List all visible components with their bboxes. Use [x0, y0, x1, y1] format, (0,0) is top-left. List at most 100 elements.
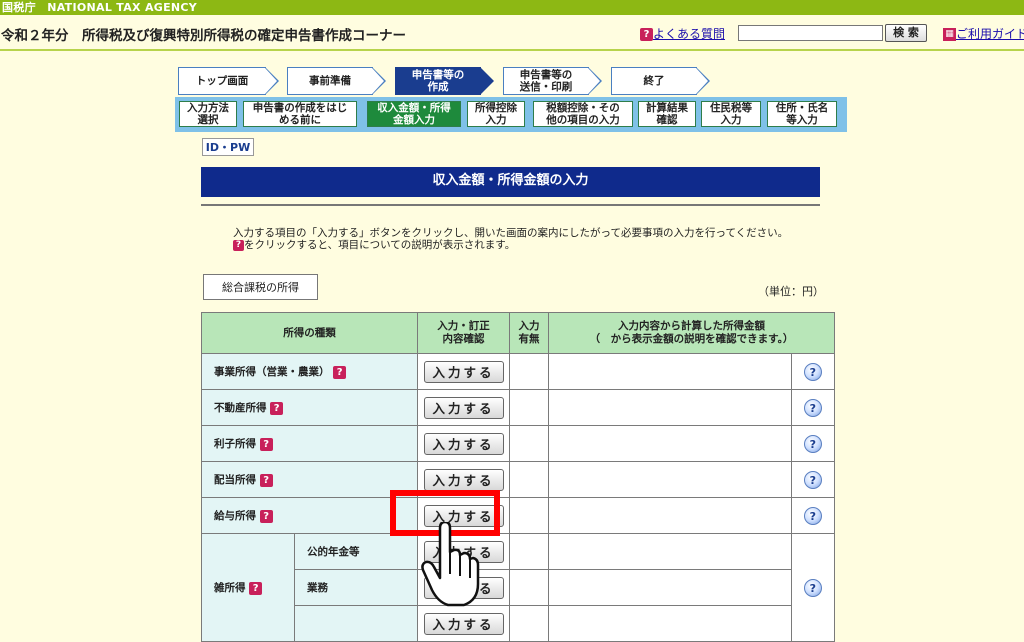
progress-steps: トップ画面 事前準備 申告書等の 作成 申告書等の 送信・印刷 終了 入力方法 … — [175, 64, 847, 132]
row-label: 不動産所得 ? — [201, 389, 418, 426]
question-icon[interactable]: ? — [803, 506, 822, 525]
header-label: 入力内容から計算した所得金額 — [618, 320, 765, 332]
step-prepare[interactable]: 事前準備 — [287, 67, 386, 95]
help-icon: ? — [233, 239, 244, 251]
substep-result: 計算結果 確認 — [638, 101, 696, 127]
table-row: 雑所得 ? 公的年金等 入力する ? — [201, 533, 836, 642]
header-label: 入力 有無 — [518, 320, 540, 345]
substep-income: 収入金額・所得 金額入力 — [367, 101, 461, 127]
step-create: 申告書等の 作成 — [395, 67, 494, 95]
table-row: 配当所得 ? 入力する ? — [201, 461, 836, 498]
step-label: トップ画面 — [195, 75, 249, 87]
col-action: 入力・訂正 内容確認 — [417, 312, 510, 354]
amount-cell — [548, 569, 792, 606]
guide-label: ご利用ガイド — [956, 27, 1024, 41]
substep-label: 税額控除・その 他の項目の入力 — [546, 102, 620, 126]
page-heading: 収入金額・所得金額の入力 — [201, 167, 820, 197]
header-label: 入力・訂正 内容確認 — [437, 320, 490, 345]
enter-button[interactable]: 入力する — [423, 360, 504, 383]
question-icon[interactable]: ? — [803, 470, 822, 489]
info-cell: ? — [790, 425, 836, 462]
table-header-row: 所得の種類 入力・訂正 内容確認 入力 有無 入力内容から計算した所得金額 （ … — [201, 312, 835, 354]
idpw-button[interactable]: ID・PW — [202, 138, 254, 156]
amount-cell — [548, 425, 792, 462]
help-icon[interactable]: ? — [333, 365, 347, 379]
step-top[interactable]: トップ画面 — [178, 67, 279, 95]
substep-label: 住所・氏名 等入力 — [775, 102, 829, 126]
row-label: 給与所得 ? — [201, 497, 418, 534]
step-label: 事前準備 — [309, 75, 351, 87]
page-title: 令和２年分 所得税及び復興特別所得税の確定申告書作成コーナー — [1, 28, 406, 44]
section-label: 総合課税の所得 — [203, 274, 318, 300]
enter-button[interactable]: 入力する — [423, 468, 504, 491]
amount-cell — [548, 461, 792, 498]
row-label: 事業所得（営業・農業） ? — [201, 353, 418, 390]
guide-link[interactable]: ▦ ご利用ガイド — [943, 25, 1024, 42]
step-end: 終了 — [611, 67, 710, 95]
divider — [201, 204, 820, 206]
status-cell — [509, 497, 549, 534]
pointer-hand-icon — [421, 522, 480, 607]
table-row: 業務 入力する — [202, 569, 835, 606]
action-cell: 入力する — [417, 425, 510, 462]
income-table: 所得の種類 入力・訂正 内容確認 入力 有無 入力内容から計算した所得金額 （ … — [201, 312, 836, 642]
substep-resident: 住民税等 入力 — [701, 101, 761, 127]
action-cell: 入力する — [417, 353, 510, 390]
help-icon[interactable]: ? — [249, 581, 263, 595]
substep-address: 住所・氏名 等入力 — [767, 101, 837, 127]
search-input[interactable] — [738, 25, 883, 41]
enter-button[interactable]: 入力する — [423, 612, 504, 635]
step-label: 申告書等の 送信・印刷 — [519, 69, 573, 93]
amount-cell — [548, 497, 792, 534]
guide-icon: ▦ — [943, 28, 956, 41]
row-label: 配当所得 ? — [201, 461, 418, 498]
faq-link[interactable]: ? よくある質問 — [640, 25, 725, 42]
substep-method[interactable]: 入力方法 選択 — [179, 101, 237, 127]
sub-row-label: 公的年金等 — [294, 533, 418, 570]
header-label-2: （ から表示金額の説明を確認できます。） — [589, 333, 794, 345]
amount-cell — [548, 533, 792, 570]
substep-label: 住民税等 入力 — [710, 102, 752, 126]
sub-row-label — [294, 605, 418, 642]
status-cell — [509, 533, 549, 570]
col-status: 入力 有無 — [509, 312, 549, 354]
col-amount: 入力内容から計算した所得金額 （ から表示金額の説明を確認できます。） — [548, 312, 835, 354]
table-row: 給与所得 ? 入力する ? — [201, 497, 836, 534]
instruction-text: をクリックすると、項目についての説明が表示されます。 — [244, 239, 516, 251]
question-icon[interactable]: ? — [803, 362, 822, 381]
info-cell: ? — [790, 353, 836, 390]
substep-deduction: 所得控除 入力 — [467, 101, 525, 127]
substep-label: 入力方法 選択 — [187, 102, 229, 126]
step-label: 申告書等の 作成 — [411, 69, 465, 93]
help-icon[interactable]: ? — [259, 509, 273, 523]
help-icon[interactable]: ? — [259, 473, 273, 487]
amount-cell — [548, 389, 792, 426]
amount-cell — [548, 605, 792, 642]
info-cell: ? — [790, 533, 836, 642]
info-cell: ? — [790, 389, 836, 426]
step-label: 終了 — [643, 75, 665, 87]
substep-label: 計算結果 確認 — [646, 102, 688, 126]
help-icon[interactable]: ? — [259, 437, 273, 451]
unit-label: （単位：円） — [758, 285, 824, 298]
search-button[interactable]: 検 索 — [885, 24, 927, 42]
status-cell — [509, 569, 549, 606]
enter-button[interactable]: 入力する — [423, 432, 504, 455]
table-row: 事業所得（営業・農業） ? 入力する ? — [201, 353, 836, 390]
enter-button[interactable]: 入力する — [423, 396, 504, 419]
substep-label: 申告書の作成をはじ める前に — [252, 102, 348, 126]
action-cell: 入力する — [417, 605, 510, 642]
table-row: 利子所得 ? 入力する ? — [201, 425, 836, 462]
question-icon[interactable]: ? — [803, 398, 822, 417]
row-label: 雑所得 ? — [201, 533, 295, 642]
question-icon[interactable]: ? — [803, 578, 822, 597]
title-bar: 令和２年分 所得税及び復興特別所得税の確定申告書作成コーナー ? よくある質問 検… — [0, 15, 1024, 51]
status-cell — [509, 425, 549, 462]
help-icon[interactable]: ? — [270, 401, 284, 415]
sub-row-label: 業務 — [294, 569, 418, 606]
status-cell — [509, 353, 549, 390]
substep-before[interactable]: 申告書の作成をはじ める前に — [243, 101, 357, 127]
header-label: 所得の種類 — [283, 326, 336, 339]
question-icon[interactable]: ? — [803, 434, 822, 453]
row-label: 利子所得 ? — [201, 425, 418, 462]
